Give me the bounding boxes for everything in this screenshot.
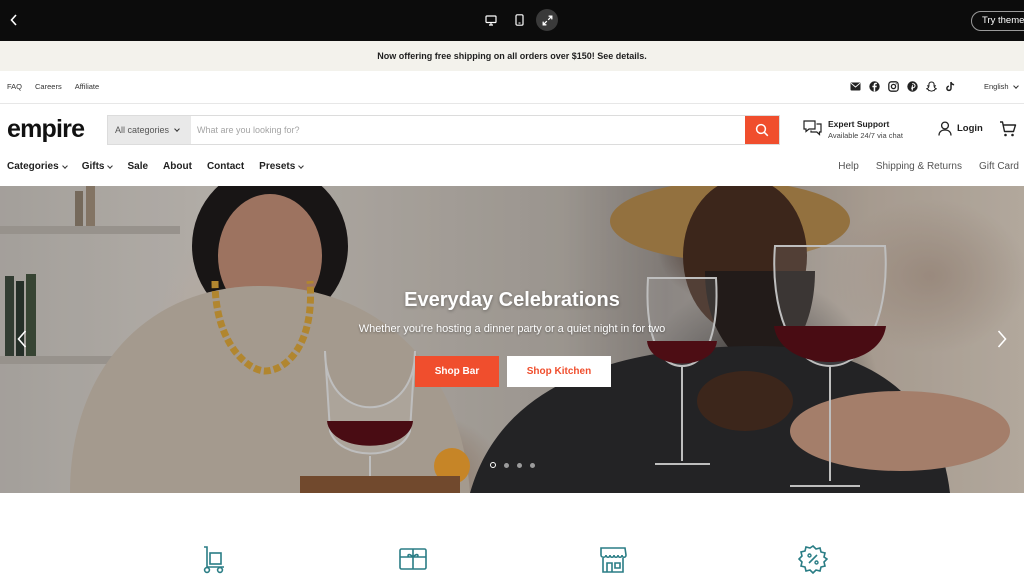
slide-dot[interactable] <box>530 462 535 468</box>
snapchat-icon[interactable] <box>926 81 937 92</box>
nav-categories[interactable]: Categories <box>7 161 68 172</box>
chevron-down-icon <box>61 162 68 169</box>
fullscreen-icon[interactable] <box>536 9 558 31</box>
cart-icon[interactable] <box>999 120 1017 138</box>
search-bar: All categories <box>107 115 780 145</box>
discount-badge-icon <box>797 544 829 575</box>
prev-slide-arrow-icon[interactable] <box>14 328 30 350</box>
utility-bar: FAQ Careers Affiliate English <box>0 71 1024 104</box>
announcement-bar: Now offering free shipping on all orders… <box>0 41 1024 71</box>
login-label: Login <box>957 123 983 134</box>
gift-card-icon <box>398 544 428 574</box>
slide-dot[interactable] <box>490 462 496 468</box>
theme-preview-bar: Try theme <box>0 0 1024 41</box>
chevron-down-icon <box>1012 82 1019 89</box>
chevron-down-icon <box>174 126 180 132</box>
nav-gift-card[interactable]: Gift Card <box>979 161 1019 172</box>
search-icon <box>755 123 769 137</box>
nav-gifts[interactable]: Gifts <box>82 161 114 172</box>
mobile-icon[interactable] <box>508 9 530 31</box>
search-category-select[interactable]: All categories <box>108 116 191 144</box>
hero-subtitle: Whether you're hosting a dinner party or… <box>358 323 666 335</box>
hero-overlay <box>0 186 1024 493</box>
nav-shipping-returns[interactable]: Shipping & Returns <box>876 161 962 172</box>
support-subtitle: Available 24/7 via chat <box>828 131 903 140</box>
slide-dots <box>490 462 535 468</box>
announcement-text[interactable]: Now offering free shipping on all orders… <box>377 51 647 61</box>
utility-links: FAQ Careers Affiliate <box>7 82 99 91</box>
faq-link[interactable]: FAQ <box>7 82 22 91</box>
main-nav: Categories Gifts Sale About Contact Pres… <box>7 161 305 172</box>
shop-bar-button[interactable]: Shop Bar <box>415 356 499 387</box>
social-links <box>850 81 956 92</box>
hero-slideshow: Everyday Celebrations Whether you're hos… <box>0 186 1024 493</box>
back-chevron-icon[interactable] <box>4 10 24 30</box>
nav-presets[interactable]: Presets <box>259 161 305 172</box>
instagram-icon[interactable] <box>888 81 899 92</box>
pinterest-icon[interactable] <box>907 81 918 92</box>
device-switcher <box>480 9 558 31</box>
chat-bubbles-icon <box>803 120 822 136</box>
tiktok-icon[interactable] <box>945 81 956 92</box>
search-button[interactable] <box>745 116 779 144</box>
search-category-label: All categories <box>115 125 170 135</box>
secondary-nav: Help Shipping & Returns Gift Card <box>838 161 1019 172</box>
affiliate-link[interactable]: Affiliate <box>75 82 99 91</box>
hero-title: Everyday Celebrations <box>404 289 620 311</box>
storefront-icon <box>598 544 628 574</box>
facebook-icon[interactable] <box>869 81 880 92</box>
language-label: English <box>984 82 1009 91</box>
user-icon <box>938 121 952 136</box>
nav-sale[interactable]: Sale <box>127 161 148 172</box>
next-slide-arrow-icon[interactable] <box>994 328 1010 350</box>
careers-link[interactable]: Careers <box>35 82 62 91</box>
shop-kitchen-button[interactable]: Shop Kitchen <box>507 356 611 387</box>
desktop-icon[interactable] <box>480 9 502 31</box>
nav-help[interactable]: Help <box>838 161 859 172</box>
slide-dot[interactable] <box>504 462 509 468</box>
search-input[interactable] <box>191 116 745 144</box>
try-theme-button[interactable]: Try theme <box>971 11 1024 31</box>
login-link[interactable]: Login <box>938 121 983 136</box>
hand-truck-icon <box>198 544 228 574</box>
language-selector[interactable]: English <box>984 82 1019 91</box>
logo[interactable]: empire <box>7 115 85 144</box>
nav-contact[interactable]: Contact <box>207 161 244 172</box>
chevron-down-icon <box>107 162 114 169</box>
email-icon[interactable] <box>850 81 861 92</box>
expert-support-link[interactable]: Expert Support Available 24/7 via chat <box>803 119 903 141</box>
chevron-down-icon <box>298 162 305 169</box>
nav-about[interactable]: About <box>163 161 192 172</box>
support-title: Expert Support <box>828 119 890 129</box>
slide-dot[interactable] <box>517 462 522 468</box>
